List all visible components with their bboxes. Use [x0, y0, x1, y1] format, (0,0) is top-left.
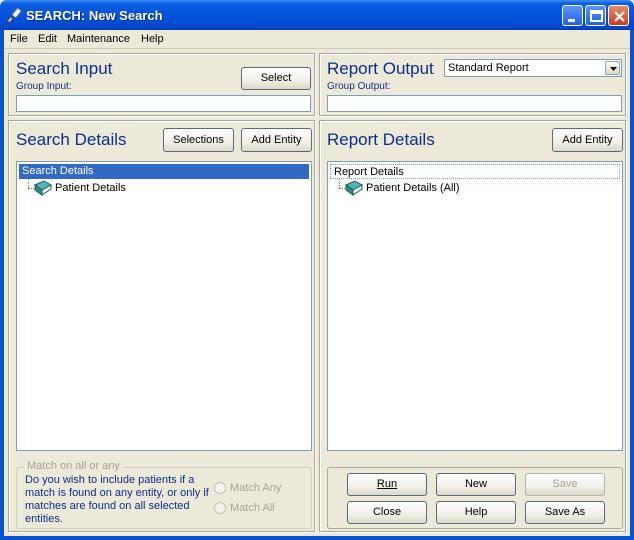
menu-help[interactable]: Help — [141, 33, 164, 45]
tree-node-patient-details-all[interactable]: Patient Details (All) — [366, 182, 460, 194]
help-button[interactable]: Help — [436, 501, 516, 524]
group-input-label: Group Input: — [16, 81, 72, 92]
save-button[interactable]: Save — [525, 473, 605, 496]
run-label: Run — [376, 478, 398, 490]
report-type-dropdown[interactable]: Standard Report — [444, 59, 622, 77]
app-icon — [6, 7, 22, 23]
match-all-label: Match All — [230, 502, 275, 514]
group-output-label: Group Output: — [327, 81, 391, 92]
window-client: File Edit Maintenance Help Search Input … — [4, 30, 630, 536]
search-input-heading: Search Input — [16, 59, 113, 78]
match-group-title: Match on all or any — [25, 460, 122, 472]
chevron-down-icon — [610, 67, 617, 71]
search-details-heading: Search Details — [16, 130, 127, 149]
title-bar[interactable]: SEARCH: New Search — [0, 0, 634, 30]
actions-group: Run New Save Close Help Save As — [327, 467, 623, 529]
match-any-label: Match Any — [230, 482, 282, 494]
search-details-panel: Search Details Selections Add Entity Sea… — [8, 120, 315, 532]
select-button[interactable]: Select — [241, 67, 311, 90]
menu-edit[interactable]: Edit — [38, 33, 57, 45]
report-output-heading: Report Output — [327, 59, 434, 78]
book-icon — [33, 180, 53, 196]
book-icon — [344, 180, 364, 196]
close-window-button[interactable] — [608, 5, 629, 26]
maximize-icon — [590, 10, 603, 22]
report-details-heading: Report Details — [327, 130, 435, 149]
report-type-value: Standard Report — [448, 62, 529, 74]
run-button[interactable]: Run — [347, 473, 427, 496]
group-output-field[interactable] — [327, 95, 622, 112]
dropdown-arrow-button[interactable] — [605, 61, 620, 75]
save-as-button[interactable]: Save As — [525, 501, 605, 524]
window-title: SEARCH: New Search — [26, 8, 163, 23]
report-add-entity-button[interactable]: Add Entity — [552, 128, 623, 152]
report-details-tree[interactable]: Report Details Patient Details (All) — [327, 161, 623, 451]
add-entity-button[interactable]: Add Entity — [241, 128, 312, 152]
match-description: Do you wish to include patients if a mat… — [25, 474, 209, 525]
search-window: SEARCH: New Search File Edit Maintenance… — [0, 0, 634, 540]
maximize-button[interactable] — [585, 5, 606, 26]
new-button[interactable]: New — [436, 473, 516, 496]
tree-connector — [339, 179, 340, 188]
group-input-field[interactable] — [16, 95, 311, 112]
tree-node-report-details[interactable]: Report Details — [330, 164, 620, 179]
menu-file[interactable]: File — [10, 33, 28, 45]
menu-maintenance[interactable]: Maintenance — [67, 33, 130, 45]
close-icon — [614, 11, 625, 22]
report-output-panel: Report Output Standard Report Group Outp… — [319, 53, 626, 116]
match-groupbox: Match on all or any Do you wish to inclu… — [16, 460, 312, 529]
menu-bar: File Edit Maintenance Help — [4, 30, 630, 49]
selections-button[interactable]: Selections — [163, 128, 234, 152]
minimize-icon — [568, 19, 575, 22]
report-details-panel: Report Details Add Entity Report Details… — [319, 120, 626, 532]
search-details-tree[interactable]: Search Details Patient Details — [16, 161, 312, 451]
tree-node-search-details[interactable]: Search Details — [19, 164, 309, 179]
tree-connector — [28, 179, 29, 188]
match-any-radio[interactable] — [214, 482, 226, 494]
search-input-panel: Search Input Group Input: Select — [8, 53, 315, 116]
minimize-button[interactable] — [562, 5, 583, 26]
close-button[interactable]: Close — [347, 501, 427, 524]
match-all-radio[interactable] — [214, 502, 226, 514]
tree-node-patient-details[interactable]: Patient Details — [55, 182, 126, 194]
